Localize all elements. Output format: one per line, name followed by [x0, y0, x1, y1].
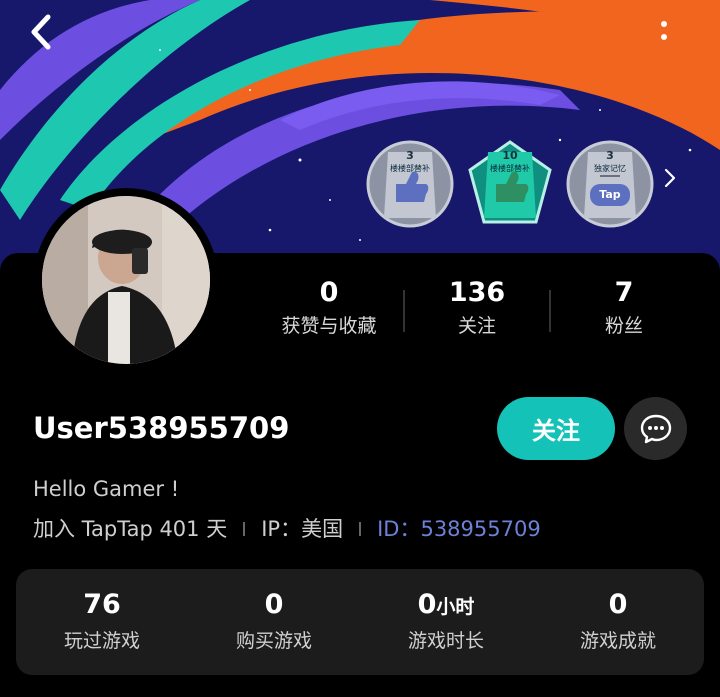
id-label: ID：: [377, 517, 421, 541]
badge-label: 独家记忆: [594, 164, 626, 173]
stat-label: 粉丝: [604, 315, 643, 337]
game-stat-value: 0小时: [417, 589, 475, 620]
chevron-left-icon: [31, 14, 51, 50]
bio-text: Hello Gamer !: [33, 477, 180, 501]
stat-followers[interactable]: 7 粉丝: [549, 277, 699, 341]
chevron-right-icon: [664, 168, 676, 188]
avatar-photo: [42, 196, 210, 364]
stat-label: 关注: [457, 315, 496, 337]
divider: [359, 522, 362, 536]
back-button[interactable]: [30, 14, 70, 58]
chat-bubble-icon: [640, 414, 671, 443]
badges-more-button[interactable]: [664, 168, 688, 198]
stat-value: 0: [319, 277, 339, 308]
game-stat-value: 0: [608, 589, 628, 620]
game-stat-achievements[interactable]: 0 游戏成就: [532, 588, 704, 656]
game-stat-played[interactable]: 76 玩过游戏: [16, 588, 188, 656]
badge-count: 10: [502, 149, 518, 162]
badge-label: 楼楼部替补: [390, 164, 430, 173]
ip-label: IP：: [261, 517, 302, 541]
badge-count: 3: [606, 149, 614, 162]
stat-following[interactable]: 136 关注: [402, 277, 552, 341]
avatar-frame: [34, 188, 218, 372]
message-button[interactable]: [624, 397, 687, 460]
follow-button[interactable]: 关注: [497, 397, 615, 460]
badge-3[interactable]: 3 独家记忆 Tap: [566, 140, 654, 228]
more-vertical-icon: [661, 21, 667, 40]
game-stat-value: 0: [264, 589, 284, 620]
id-value[interactable]: 538955709: [420, 512, 540, 546]
game-stat-label: 玩过游戏: [63, 630, 140, 652]
more-options-button[interactable]: [660, 18, 684, 54]
profile-meta: 加入 TapTap 401 天 IP： 美国 ID： 538955709: [33, 512, 541, 546]
badge-1[interactable]: 3 楼楼部替补: [366, 140, 454, 228]
divider: [243, 522, 246, 536]
username: User538955709: [33, 411, 290, 445]
badge-2[interactable]: 10 楼楼部替补: [466, 140, 554, 228]
game-stat-label: 购买游戏: [235, 630, 312, 652]
stat-likes[interactable]: 0 获赞与收藏: [254, 277, 404, 341]
badge-label: 楼楼部替补: [490, 164, 530, 173]
stat-label: 获赞与收藏: [281, 315, 377, 337]
joined-text: 加入 TapTap 401 天: [33, 517, 228, 541]
badge-count: 3: [406, 149, 414, 162]
badge-icon-text: Tap: [599, 188, 621, 201]
stat-value: 7: [614, 277, 634, 308]
game-stat-playtime[interactable]: 0小时 游戏时长: [360, 588, 532, 656]
game-stat-purchased[interactable]: 0 购买游戏: [188, 588, 360, 656]
game-stat-label: 游戏成就: [579, 630, 656, 652]
game-stat-label: 游戏时长: [407, 630, 484, 652]
stat-value: 136: [448, 277, 506, 308]
avatar[interactable]: [42, 196, 210, 364]
ip-value: 美国: [301, 517, 344, 541]
game-stat-value: 76: [83, 589, 121, 620]
